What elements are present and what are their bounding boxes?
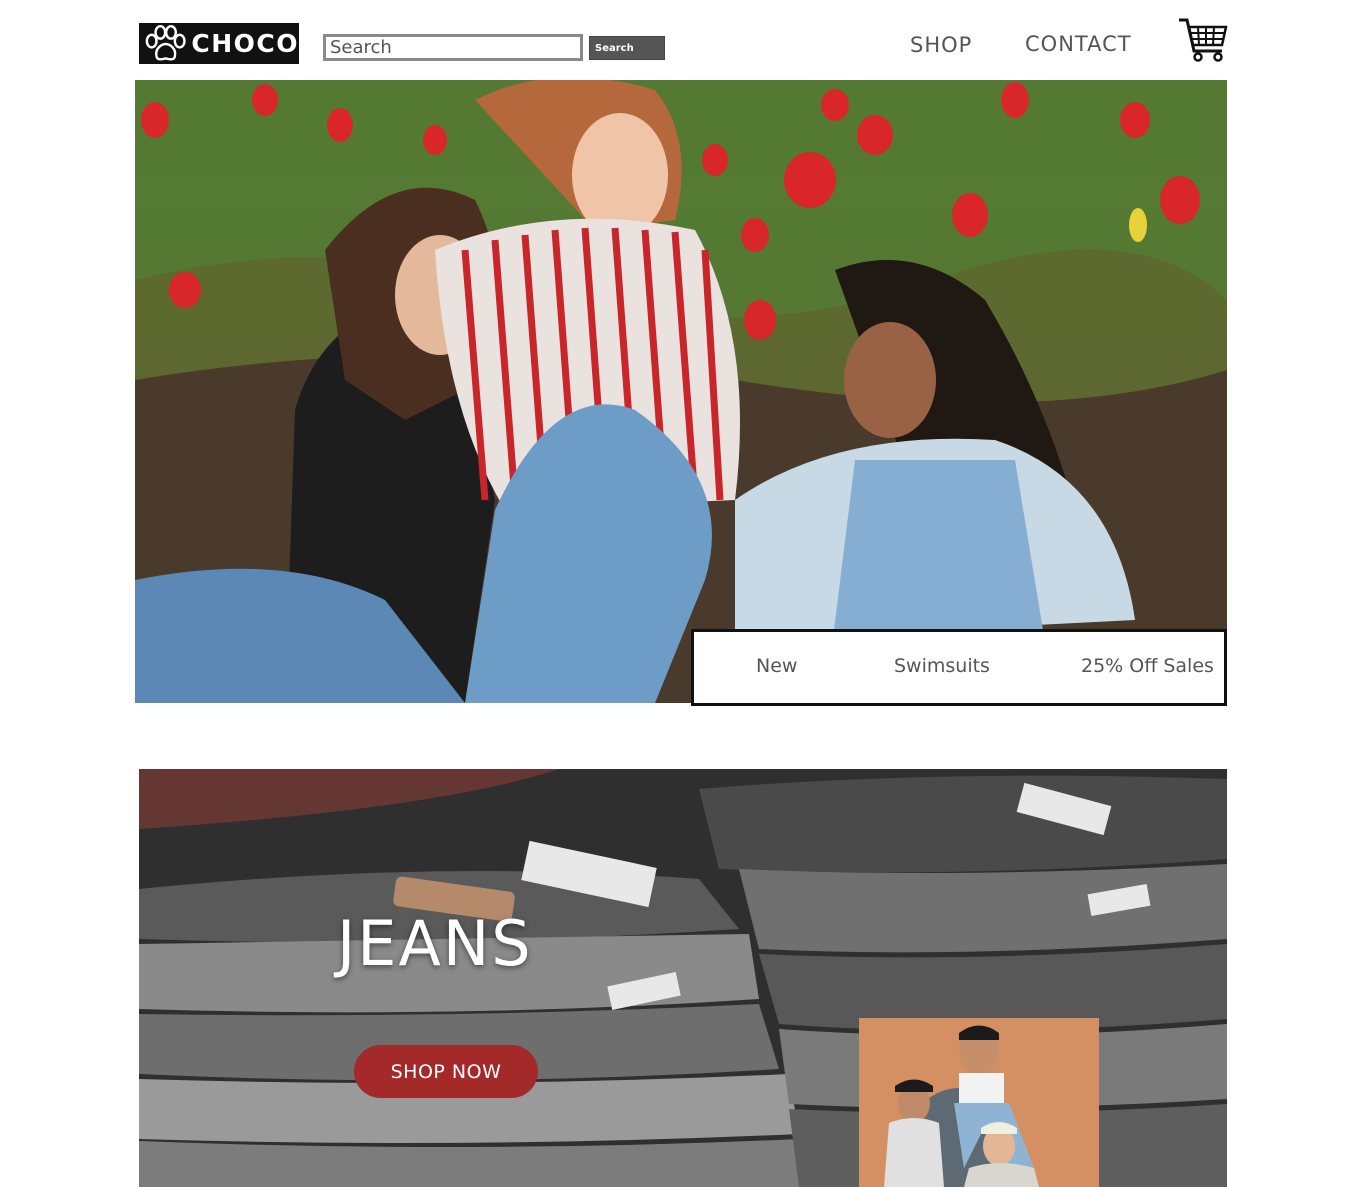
category-new-link[interactable]: New: [756, 655, 797, 677]
search-button[interactable]: Search: [589, 36, 665, 60]
category-swimsuits-link[interactable]: Swimsuits: [894, 655, 990, 677]
hero-image: [135, 80, 1227, 703]
hero-photo: [135, 80, 1227, 703]
logo[interactable]: CHOCO: [139, 23, 299, 64]
nav-contact-link[interactable]: CONTACT: [1025, 32, 1132, 56]
logo-text: CHOCO: [191, 29, 299, 58]
search-input[interactable]: [323, 34, 583, 61]
promo-thumbnail[interactable]: [859, 1018, 1099, 1187]
banner-title: JEANS: [337, 907, 533, 980]
jeans-banner: JEANS SHOP NOW: [139, 769, 1227, 1187]
paw-icon: [145, 24, 186, 61]
nav-shop-link[interactable]: SHOP: [910, 33, 972, 57]
promo-photo: [859, 1018, 1099, 1187]
category-menu: New Swimsuits 25% Off Sales: [691, 629, 1227, 706]
shopping-cart-icon[interactable]: [1178, 17, 1228, 63]
category-sales-link[interactable]: 25% Off Sales: [1081, 655, 1214, 677]
shop-now-button[interactable]: SHOP NOW: [354, 1045, 538, 1098]
